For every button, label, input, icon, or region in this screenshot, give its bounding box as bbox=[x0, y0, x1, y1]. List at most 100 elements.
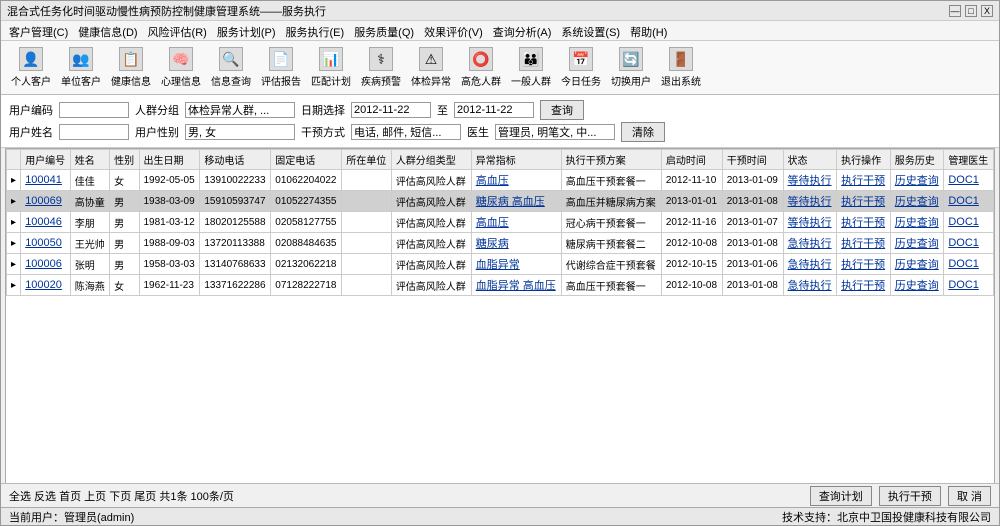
cell[interactable]: 等待执行 bbox=[783, 212, 837, 233]
cell[interactable]: 等待执行 bbox=[783, 191, 837, 212]
menu-item[interactable]: 服务质量(Q) bbox=[350, 23, 418, 38]
cell[interactable]: ▸ bbox=[7, 170, 21, 191]
cell[interactable]: ▸ bbox=[7, 275, 21, 296]
cell[interactable]: 评估高风险人群 bbox=[391, 233, 471, 254]
column-header[interactable]: 管理医生 bbox=[944, 150, 994, 170]
toolbar-button[interactable]: ⚕疾病预警 bbox=[359, 45, 403, 90]
cell[interactable]: 2013-01-08 bbox=[722, 233, 783, 254]
menu-item[interactable]: 系统设置(S) bbox=[557, 23, 624, 38]
cell[interactable]: 男 bbox=[110, 191, 139, 212]
method-input[interactable] bbox=[351, 124, 461, 140]
cell[interactable]: 陈海燕 bbox=[70, 275, 109, 296]
pager-links[interactable]: 全选 反选 首页 上页 下页 尾页 共1条 100条/页 bbox=[9, 488, 234, 504]
table-row[interactable]: ▸100006张明男1958-03-0313140768633021320622… bbox=[7, 254, 994, 275]
cell[interactable]: 13140768633 bbox=[200, 254, 271, 275]
cell[interactable]: 高血压 bbox=[471, 170, 561, 191]
cell[interactable]: 男 bbox=[110, 233, 139, 254]
cell[interactable]: 2012-10-15 bbox=[661, 254, 722, 275]
cell[interactable]: 男 bbox=[110, 254, 139, 275]
table-row[interactable]: ▸100050王光帅男1988-09-031372011338802088484… bbox=[7, 233, 994, 254]
table-row[interactable]: ▸100041佳佳女1992-05-0513910022233010622040… bbox=[7, 170, 994, 191]
cell[interactable]: 历史查询 bbox=[890, 212, 944, 233]
cell[interactable] bbox=[342, 191, 392, 212]
cell[interactable]: 2013-01-07 bbox=[722, 212, 783, 233]
execute-button[interactable]: 执行干预 bbox=[879, 486, 941, 506]
cell[interactable] bbox=[342, 212, 392, 233]
cell[interactable]: 2012-11-10 bbox=[661, 170, 722, 191]
column-header[interactable]: 性别 bbox=[110, 150, 139, 170]
cell[interactable]: 2012-10-08 bbox=[661, 275, 722, 296]
column-header[interactable]: 执行操作 bbox=[837, 150, 891, 170]
cell[interactable]: 李朋 bbox=[70, 212, 109, 233]
cell[interactable]: 15910593747 bbox=[200, 191, 271, 212]
cell[interactable]: 02058127755 bbox=[271, 212, 342, 233]
cell[interactable]: 执行干预 bbox=[837, 191, 891, 212]
cell[interactable]: 1962-11-23 bbox=[139, 275, 200, 296]
cell[interactable]: 100046 bbox=[21, 212, 71, 233]
cell[interactable]: 2012-11-16 bbox=[661, 212, 722, 233]
cell[interactable]: 18020125588 bbox=[200, 212, 271, 233]
cell[interactable]: 13371622286 bbox=[200, 275, 271, 296]
column-header[interactable]: 异常指标 bbox=[471, 150, 561, 170]
menu-item[interactable]: 服务计划(P) bbox=[213, 23, 280, 38]
cell[interactable]: ▸ bbox=[7, 233, 21, 254]
cell[interactable]: 2013-01-08 bbox=[722, 275, 783, 296]
column-header[interactable]: 用户编号 bbox=[21, 150, 71, 170]
cell[interactable]: 1958-03-03 bbox=[139, 254, 200, 275]
cell[interactable]: ▸ bbox=[7, 212, 21, 233]
cell[interactable]: 100006 bbox=[21, 254, 71, 275]
cell[interactable]: 100041 bbox=[21, 170, 71, 191]
menu-item[interactable]: 服务执行(E) bbox=[282, 23, 349, 38]
cell[interactable]: 急待执行 bbox=[783, 275, 837, 296]
cell[interactable]: 冠心病干预套餐一 bbox=[561, 212, 661, 233]
cell[interactable]: 13910022233 bbox=[200, 170, 271, 191]
cell[interactable]: 执行干预 bbox=[837, 212, 891, 233]
cell[interactable]: 执行干预 bbox=[837, 275, 891, 296]
cell[interactable]: 历史查询 bbox=[890, 254, 944, 275]
cell[interactable]: 高血压 bbox=[471, 212, 561, 233]
menu-item[interactable]: 客户管理(C) bbox=[5, 23, 72, 38]
column-header[interactable]: 姓名 bbox=[70, 150, 109, 170]
table-row[interactable]: ▸100046李朋男1981-03-1218020125588020581277… bbox=[7, 212, 994, 233]
cell[interactable]: DOC1 bbox=[944, 233, 994, 254]
toolbar-button[interactable]: 🚪退出系统 bbox=[659, 45, 703, 90]
cell[interactable]: 等待执行 bbox=[783, 170, 837, 191]
query-button[interactable]: 查询 bbox=[540, 100, 584, 120]
clear-button[interactable]: 清除 bbox=[621, 122, 665, 142]
cell[interactable]: 100069 bbox=[21, 191, 71, 212]
cell[interactable]: 血脂异常 bbox=[471, 254, 561, 275]
cell[interactable]: 1938-03-09 bbox=[139, 191, 200, 212]
cell[interactable]: 1981-03-12 bbox=[139, 212, 200, 233]
cell[interactable]: 高血压干预套餐一 bbox=[561, 275, 661, 296]
cell[interactable]: 高协童 bbox=[70, 191, 109, 212]
cell[interactable]: 2012-10-08 bbox=[661, 233, 722, 254]
cell[interactable]: ▸ bbox=[7, 191, 21, 212]
cell[interactable]: 01062204022 bbox=[271, 170, 342, 191]
toolbar-button[interactable]: ⭕高危人群 bbox=[459, 45, 503, 90]
cell[interactable]: 女 bbox=[110, 275, 139, 296]
cell[interactable] bbox=[342, 254, 392, 275]
toolbar-button[interactable]: 🔍信息查询 bbox=[209, 45, 253, 90]
cell[interactable]: DOC1 bbox=[944, 170, 994, 191]
cell[interactable]: 女 bbox=[110, 170, 139, 191]
cell[interactable]: 100050 bbox=[21, 233, 71, 254]
column-header[interactable]: 固定电话 bbox=[271, 150, 342, 170]
cell[interactable]: 1988-09-03 bbox=[139, 233, 200, 254]
menu-item[interactable]: 帮助(H) bbox=[626, 23, 671, 38]
cell[interactable]: 评估高风险人群 bbox=[391, 170, 471, 191]
cell[interactable] bbox=[342, 170, 392, 191]
cell[interactable]: 糖尿病 bbox=[471, 233, 561, 254]
cell[interactable]: 代谢综合症干预套餐 bbox=[561, 254, 661, 275]
user-code-input[interactable] bbox=[59, 102, 129, 118]
menu-item[interactable]: 查询分析(A) bbox=[489, 23, 556, 38]
cancel-button[interactable]: 取 消 bbox=[948, 486, 991, 506]
cell[interactable]: 评估高风险人群 bbox=[391, 212, 471, 233]
cell[interactable]: 历史查询 bbox=[890, 233, 944, 254]
cell[interactable]: 血脂异常 高血压 bbox=[471, 275, 561, 296]
cell[interactable]: 2013-01-08 bbox=[722, 191, 783, 212]
column-header[interactable]: 出生日期 bbox=[139, 150, 200, 170]
column-header[interactable] bbox=[7, 150, 21, 170]
cell[interactable] bbox=[342, 233, 392, 254]
cell[interactable]: 02088484635 bbox=[271, 233, 342, 254]
toolbar-button[interactable]: 📊匹配计划 bbox=[309, 45, 353, 90]
